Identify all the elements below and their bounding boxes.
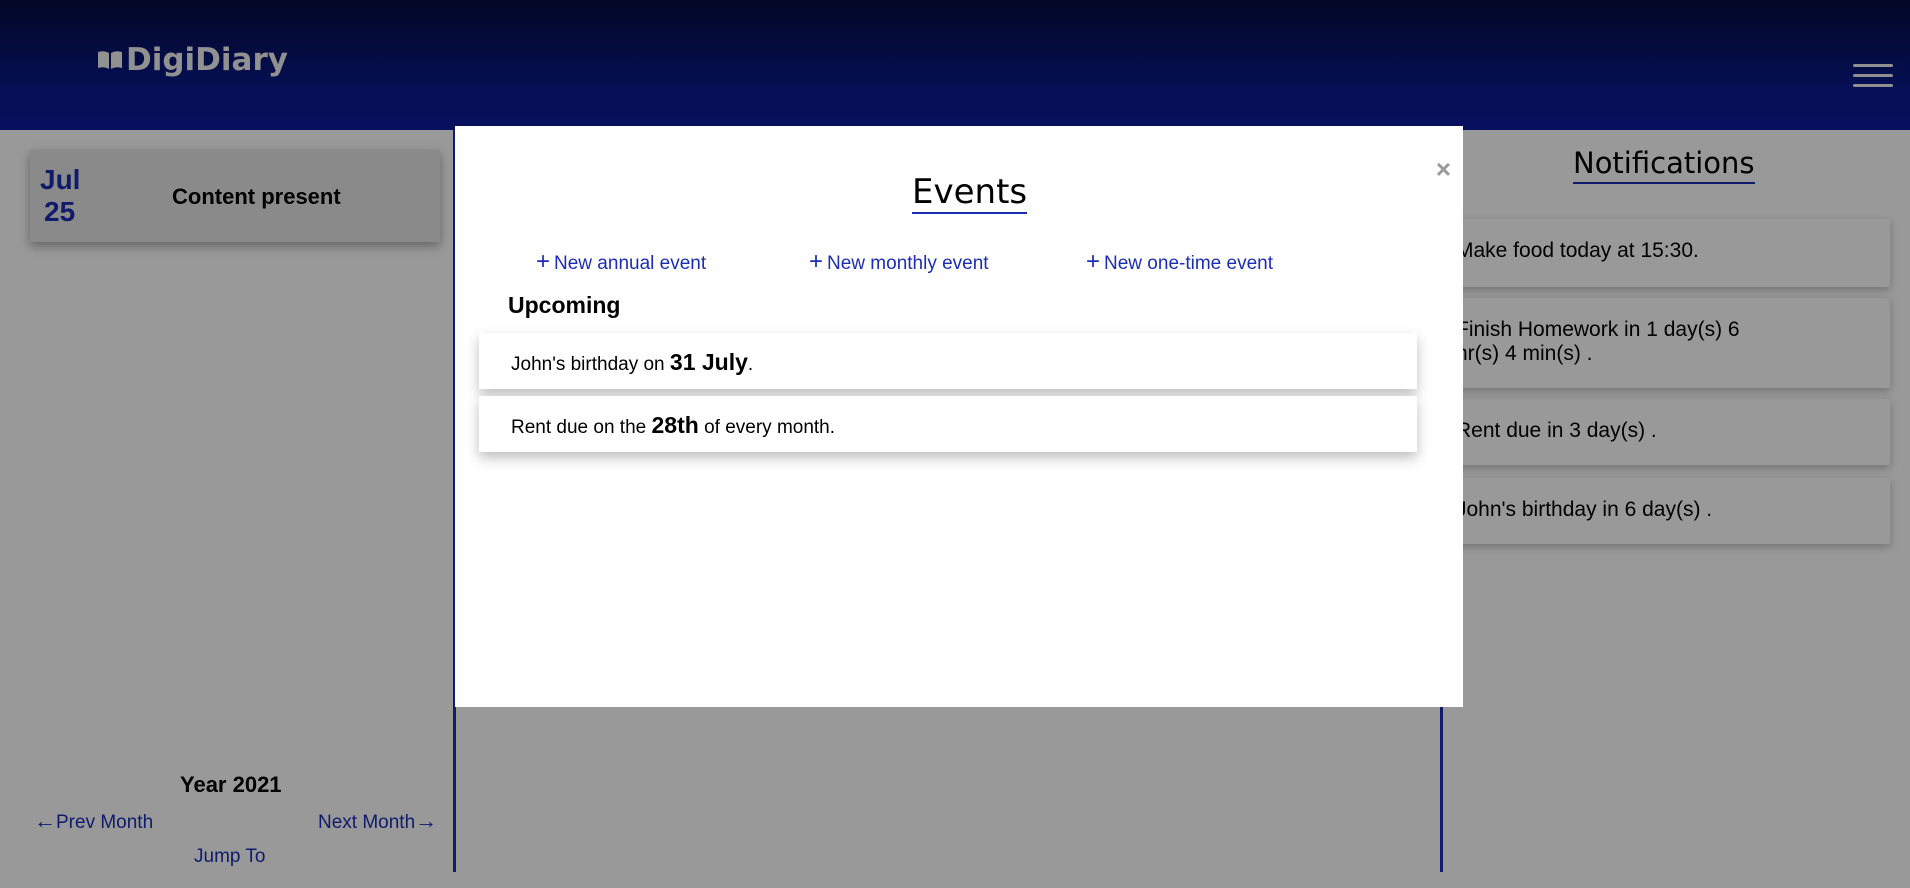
- action-label: New monthly event: [827, 253, 989, 274]
- event-date: 28th: [651, 412, 699, 438]
- event-suffix: .: [747, 354, 754, 375]
- plus-icon: +: [809, 248, 824, 275]
- plus-icon: +: [1086, 248, 1101, 275]
- action-label: New one-time event: [1104, 253, 1273, 274]
- event-prefix: Rent due on the: [511, 417, 652, 438]
- event-item[interactable]: Rent due on the 28th of every month.: [479, 396, 1417, 452]
- new-monthly-event-button[interactable]: + New monthly event: [809, 248, 989, 276]
- event-text: John's birthday on 31 July.: [511, 349, 753, 376]
- action-label: New annual event: [554, 253, 707, 274]
- new-annual-event-button[interactable]: + New annual event: [536, 248, 706, 276]
- event-text: Rent due on the 28th of every month.: [511, 412, 835, 439]
- plus-icon: +: [536, 248, 551, 275]
- event-suffix: of every month.: [698, 417, 836, 438]
- event-item[interactable]: John's birthday on 31 July.: [479, 333, 1417, 389]
- new-one-time-event-button[interactable]: + New one-time event: [1086, 248, 1273, 276]
- modal-title: Events: [912, 172, 1028, 214]
- close-icon[interactable]: ×: [1436, 154, 1451, 185]
- events-modal: × Events + New annual event + New monthly …: [455, 126, 1463, 707]
- event-prefix: John's birthday on: [511, 354, 670, 375]
- event-date: 31 July: [669, 349, 748, 375]
- upcoming-heading: Upcoming: [508, 292, 621, 318]
